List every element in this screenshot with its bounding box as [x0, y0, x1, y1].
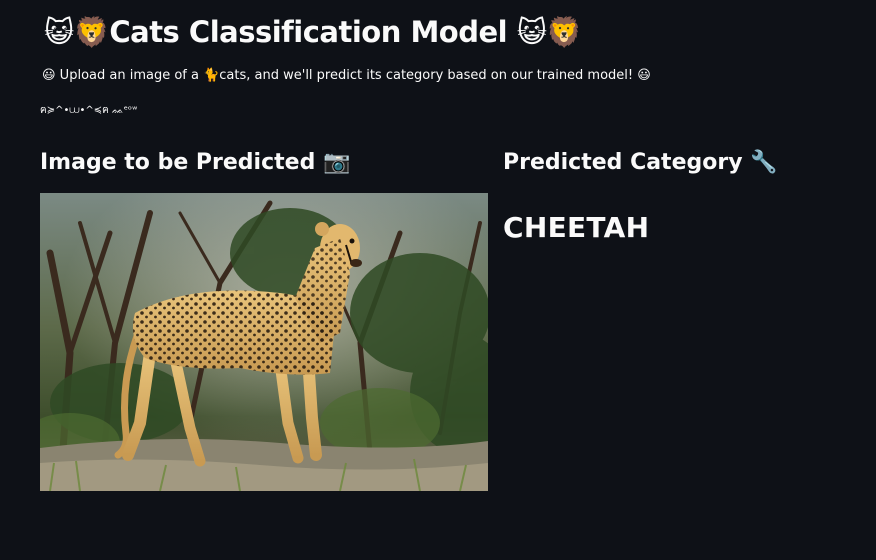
image-column: Image to be Predicted 📷	[40, 146, 488, 491]
app-page: 😺🦁Cats Classification Model 😺🦁 😃 Upload …	[0, 0, 876, 560]
uploaded-image	[40, 193, 488, 491]
image-section-heading: Image to be Predicted 📷	[40, 150, 351, 175]
prediction-column: Predicted Category 🔧 CHEETAH	[503, 146, 843, 248]
predicted-category: CHEETAH	[503, 211, 650, 244]
page-title: 😺🦁Cats Classification Model 😺🦁	[44, 15, 583, 49]
page-subtitle: 😃 Upload an image of a 🐈cats, and we'll …	[42, 68, 651, 83]
kaomoji-text: ฅ≽^•⩊•^≼ฅ ᨐᵉᵒʷ	[40, 105, 138, 116]
cheetah-photo	[40, 193, 488, 491]
prediction-section-heading: Predicted Category 🔧	[503, 150, 778, 175]
